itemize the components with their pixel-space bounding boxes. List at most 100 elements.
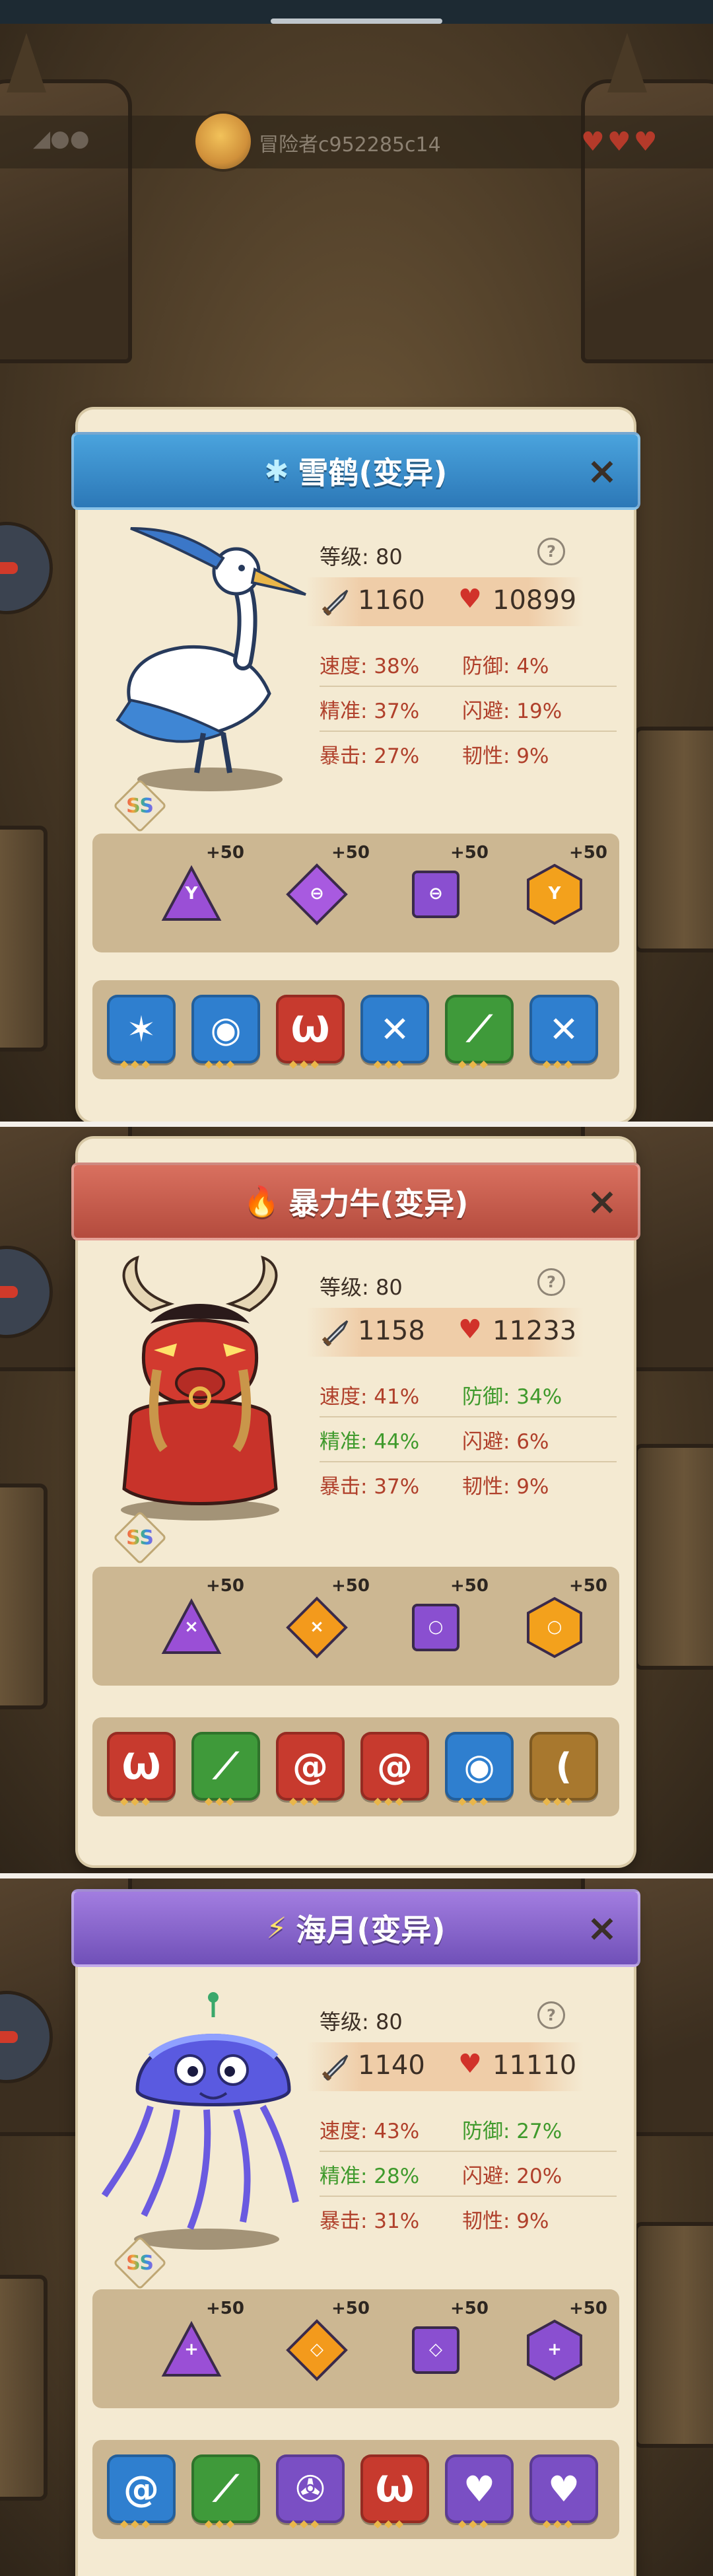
background-pillar (0, 1484, 48, 1709)
stat-toughness: 韧性: 9% (462, 744, 549, 768)
broken-heart-icon[interactable]: ♥ ◆◆◆ (445, 2454, 514, 2530)
vortex-icon[interactable]: @ ◆◆◆ (107, 2454, 176, 2530)
skill-rank-dots: ◆◆◆ (205, 2517, 237, 2530)
level-label: 等级: 80 (320, 2009, 403, 2034)
grade-badge: SS (112, 2235, 168, 2291)
player-avatar[interactable] (193, 111, 254, 172)
stat-defense: 防御: 27% (462, 2119, 562, 2143)
card-header: ✱ 雪鹤(变异) × (71, 432, 640, 510)
background-pillar (634, 727, 713, 952)
close-button[interactable]: × (584, 1184, 621, 1221)
rune-slot[interactable]: ○ (522, 1594, 588, 1661)
rune-panel: ⨯ +50 ⨯ +50 ○ +50 ○ +50 (92, 1567, 619, 1686)
stat-evasion: 闪避: 6% (462, 1429, 549, 1454)
rune-bonus-label: +50 (569, 2299, 607, 2318)
card-header: ⚡ 海月(变异) × (71, 1889, 640, 1967)
fang-icon[interactable]: Ѡ ◆◆◆ (107, 1732, 176, 1807)
rune-slot[interactable]: + (158, 2317, 224, 2383)
rune-slot[interactable]: ◇ (284, 2317, 350, 2383)
skill-rank-dots: ◆◆◆ (289, 1795, 322, 1807)
stats-grid: 速度: 43% 防御: 27% 精准: 28% 闪避: 20% 暴击: 31% … (320, 2107, 617, 2240)
hp-value: 10899 (492, 585, 577, 616)
rune-bonus-label: +50 (569, 1576, 607, 1596)
rune-slot[interactable]: Y (158, 861, 224, 927)
eye-icon[interactable]: ◉ ◆◆◆ (191, 995, 260, 1070)
rune-slot[interactable]: ⊖ (284, 861, 350, 927)
cross-slash-icon[interactable]: ✕ ◆◆◆ (529, 995, 598, 1070)
lightning-icon: ⚡ (266, 1911, 287, 1945)
stat-crit: 暴击: 31% (320, 2209, 420, 2233)
skill-rank-dots: ◆◆◆ (120, 2517, 153, 2530)
rune-slot[interactable]: + (522, 2317, 588, 2383)
fang-icon[interactable]: Ѡ ◆◆◆ (276, 995, 345, 1070)
skill-rank-dots: ◆◆◆ (543, 2517, 575, 2530)
help-icon[interactable]: ? (537, 538, 565, 565)
pet-card: ✱ 雪鹤(变异) × SS 等级: 80 ? 1160 ♥ 10899 速度: … (71, 410, 640, 1122)
rune-slot[interactable]: ⨯ (284, 1594, 350, 1661)
rune-slot[interactable]: ⊖ (403, 861, 469, 927)
skill-rank-dots: ◆◆◆ (289, 2517, 322, 2530)
rune-glyph: Y (185, 884, 198, 904)
stat-speed: 速度: 41% (320, 1384, 420, 1409)
screenshot-divider (0, 1122, 713, 1127)
jellyfish-illustration (101, 1992, 299, 2250)
stat-accuracy: 精准: 37% (320, 699, 420, 723)
skill-rank-dots: ◆◆◆ (120, 1057, 153, 1070)
signal-icon: ◢●● (33, 125, 90, 152)
claw-icon[interactable]: ✶ ◆◆◆ (107, 995, 176, 1070)
rune-panel: + +50 ◇ +50 ◇ +50 + +50 (92, 2289, 619, 2408)
rune-glyph: ⨯ (310, 1617, 324, 1637)
close-button[interactable]: × (584, 453, 621, 490)
arc-wave-icon[interactable]: (◆◆◆ (529, 1732, 598, 1807)
radiation-icon[interactable]: ✇ ◆◆◆ (276, 2454, 345, 2530)
card-title: ⚡ 海月(变异) (267, 1906, 446, 1950)
close-button[interactable]: × (584, 1910, 621, 1947)
skill-panel: @ ◆◆◆ ⟋ ◆◆◆ ✇ ◆◆◆ Ѡ ◆◆◆ ♥ ◆◆◆ ♥ ◆◆◆ (92, 2440, 619, 2539)
pet-name: 暴力牛(变异) (289, 1186, 469, 1221)
background-pillar (634, 1444, 713, 1670)
stat-accuracy: 精准: 44% (320, 1429, 420, 1454)
rune-slot[interactable]: ○ (403, 1594, 469, 1661)
stat-crit: 暴击: 27% (320, 744, 420, 768)
background-pillar (634, 2222, 713, 2448)
cross-slash-icon[interactable]: ✕ ◆◆◆ (360, 995, 429, 1070)
pet-name: 雪鹤(变异) (298, 455, 448, 491)
eye-icon[interactable]: ◉ ◆◆◆ (445, 1732, 514, 1807)
sword-icon (322, 589, 349, 616)
broken-heart-icon[interactable]: ♥ ◆◆◆ (529, 2454, 598, 2530)
rune-slot[interactable]: ◇ (403, 2317, 469, 2383)
skill-rank-dots: ◆◆◆ (374, 1057, 406, 1070)
rune-glyph: Y (548, 884, 561, 904)
hp-value: 11110 (492, 2050, 577, 2081)
skill-rank-dots: ◆◆◆ (543, 1057, 575, 1070)
card-title: 🔥 暴力牛(变异) (244, 1180, 469, 1223)
stat-defense: 防御: 4% (462, 654, 549, 678)
background-pillar (0, 2275, 48, 2501)
leaf-slash-icon[interactable]: ⟋ ◆◆◆ (191, 2454, 260, 2530)
stat-accuracy: 精准: 28% (320, 2164, 420, 2188)
rune-glyph: ◇ (310, 2340, 323, 2359)
help-icon[interactable]: ? (537, 1268, 565, 1296)
hp-value: 11233 (492, 1316, 577, 1346)
rune-slot[interactable]: Y (522, 861, 588, 927)
rune-glyph: ◇ (429, 2340, 442, 2359)
rune-panel: Y +50 ⊖ +50 ⊖ +50 Y +50 (92, 834, 619, 952)
status-bar (0, 0, 713, 24)
vortex-icon[interactable]: @ ◆◆◆ (360, 1732, 429, 1807)
rune-slot[interactable]: ⨯ (158, 1594, 224, 1661)
leaf-slash-icon[interactable]: ⟋ ◆◆◆ (445, 995, 514, 1070)
skill-rank-dots: ◆◆◆ (205, 1795, 237, 1807)
rune-glyph: + (184, 2340, 199, 2359)
rune-bonus-label: +50 (450, 1576, 489, 1596)
fang-icon[interactable]: Ѡ ◆◆◆ (360, 2454, 429, 2530)
leaf-slash-icon[interactable]: ⟋ ◆◆◆ (191, 1732, 260, 1807)
skill-rank-dots: ◆◆◆ (374, 1795, 406, 1807)
stat-evasion: 闪避: 19% (462, 699, 562, 723)
skill-rank-dots: ◆◆◆ (374, 2517, 406, 2530)
heart-icon: ♥ (458, 2049, 482, 2079)
help-icon[interactable]: ? (537, 2001, 565, 2029)
rune-bonus-label: +50 (206, 2299, 244, 2318)
heart-icon: ♥ (458, 1314, 482, 1345)
pet-card: ⚡ 海月(变异) × SS 等级: 80 ? 1140 ♥ 11110 速度: … (71, 1889, 640, 2576)
vortex-icon[interactable]: @ ◆◆◆ (276, 1732, 345, 1807)
